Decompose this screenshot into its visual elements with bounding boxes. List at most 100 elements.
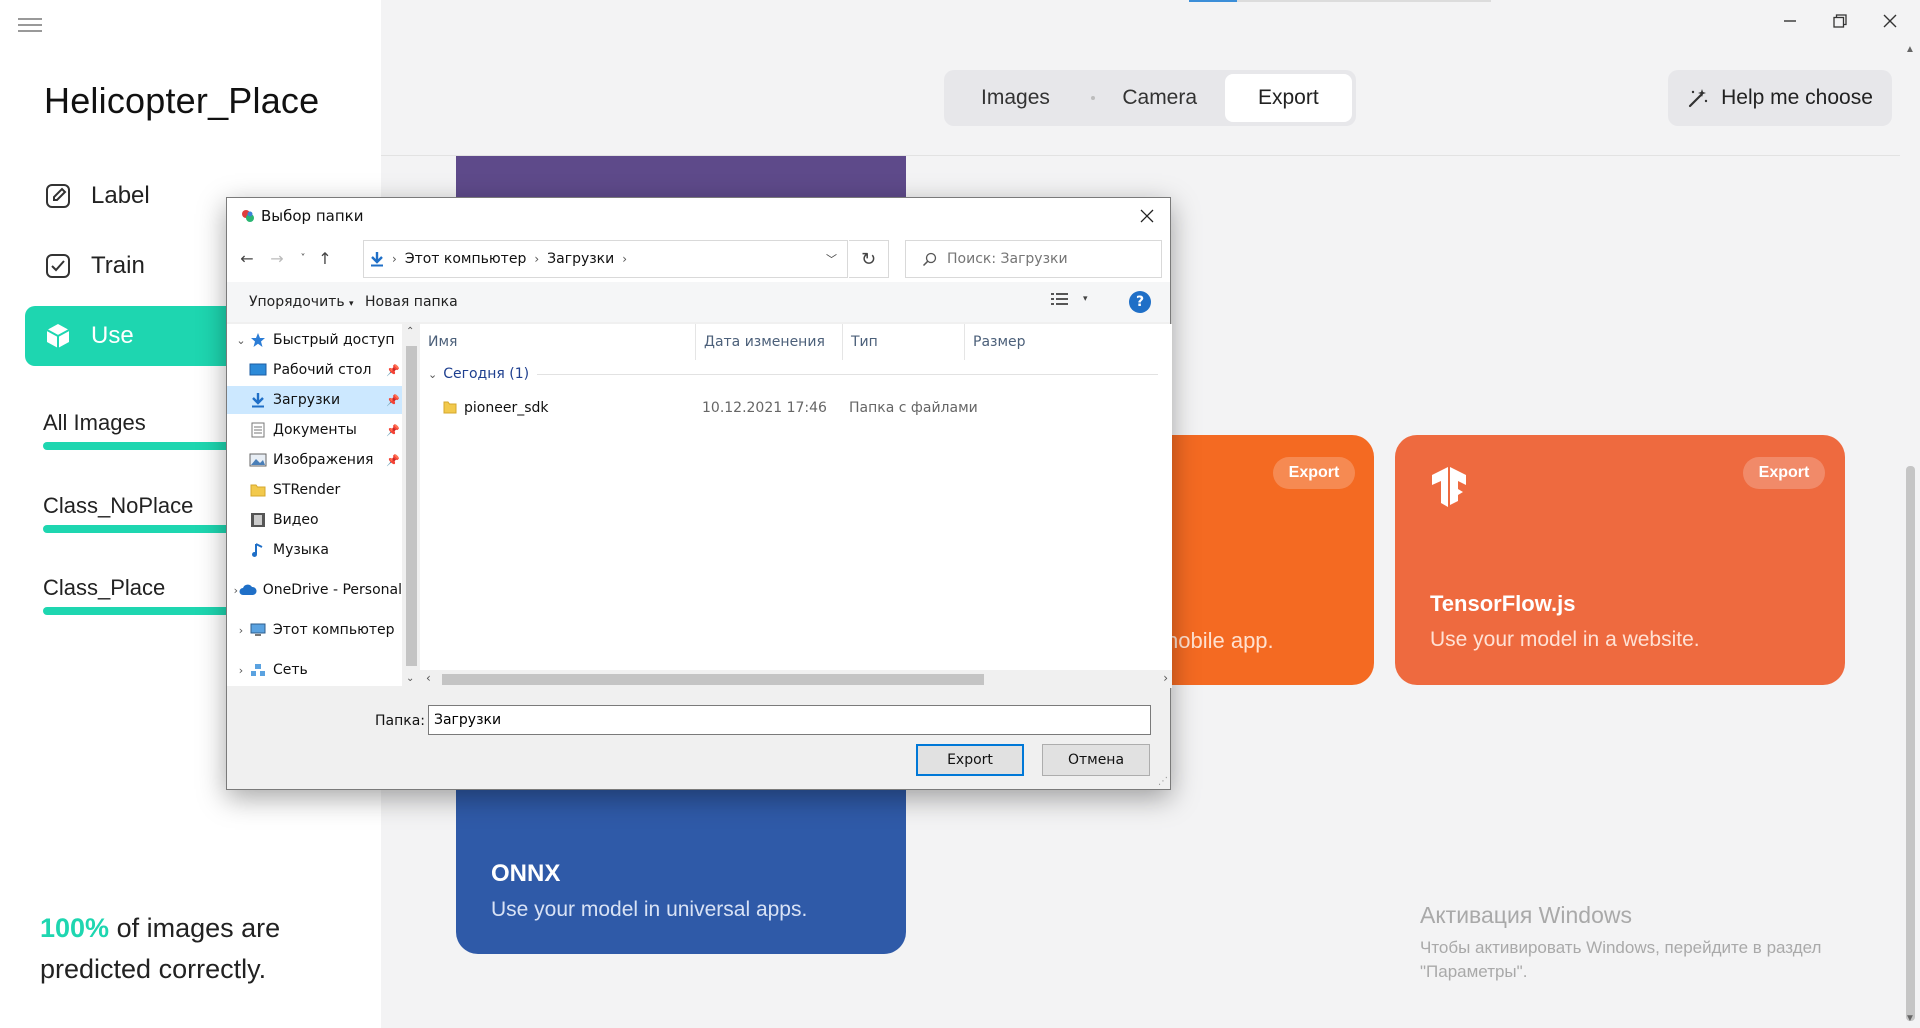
tab-camera[interactable]: Camera — [1103, 74, 1217, 122]
file-row[interactable]: pioneer_sdk 10.12.2021 17:46 Папка с фай… — [420, 394, 1172, 422]
expand-icon[interactable]: › — [233, 624, 249, 637]
column-header-name[interactable]: Имя — [420, 324, 696, 360]
tree-item-quick-access[interactable]: ⌄ Быстрый доступ — [227, 326, 402, 354]
star-icon — [249, 332, 267, 348]
tree-label: Загрузки — [273, 392, 341, 408]
card-description: nobile app. — [1166, 628, 1274, 653]
accuracy-summary: 100% of images are predicted correctly. — [40, 908, 340, 990]
dialog-close-button[interactable] — [1132, 202, 1162, 230]
scroll-left-icon[interactable]: ‹ — [426, 671, 431, 685]
scroll-right-icon[interactable]: › — [1163, 671, 1168, 685]
file-list-hscrollbar[interactable]: ‹ › — [420, 670, 1172, 688]
chevron-down-icon: ˅ — [300, 252, 306, 264]
page-scrollbar[interactable]: ▲ ▼ — [1901, 40, 1920, 1028]
tree-item-documents[interactable]: Документы 📌 — [227, 416, 402, 444]
breadcrumb-this-pc[interactable]: Этот компьютер — [405, 251, 527, 267]
activation-watermark-subtitle: Чтобы активировать Windows, перейдите в … — [1420, 938, 1822, 981]
restore-icon — [1833, 14, 1847, 28]
export-chip[interactable]: Export — [1743, 457, 1825, 489]
forward-button[interactable]: → — [265, 246, 289, 270]
help-icon[interactable]: ? — [1129, 291, 1151, 313]
search-icon — [922, 252, 937, 267]
tree-label: OneDrive - Personal — [262, 582, 402, 598]
scrollbar-thumb[interactable] — [1906, 466, 1915, 1021]
music-icon — [249, 542, 267, 558]
tree-item-this-pc[interactable]: › Этот компьютер — [227, 616, 402, 644]
card-title: ONNX — [491, 860, 561, 887]
pin-icon: 📌 — [386, 423, 400, 437]
tree-label: Рабочий стол — [273, 362, 372, 378]
tree-label: Быстрый доступ — [273, 332, 395, 348]
group-header-today[interactable]: ⌄ Сегодня (1) — [428, 366, 1158, 382]
app-icon — [241, 209, 255, 223]
close-icon — [1140, 209, 1154, 223]
tree-item-video[interactable]: Видео — [227, 506, 402, 534]
mode-tabs: Images Camera Export — [944, 70, 1356, 126]
breadcrumb-separator-icon: › — [392, 252, 397, 266]
group-label: Сегодня (1) — [443, 366, 530, 382]
pictures-icon — [249, 452, 267, 468]
scroll-down-icon[interactable]: ⌄ — [406, 673, 414, 684]
scroll-down-icon[interactable]: ▼ — [1905, 1013, 1915, 1024]
navigation-scrollbar[interactable]: ⌃ ⌄ — [402, 324, 420, 686]
export-card-tensorflowjs[interactable]: Export TensorFlow.js Use your model in a… — [1395, 435, 1845, 685]
folder-icon — [443, 400, 457, 414]
restore-button[interactable] — [1820, 6, 1860, 36]
scroll-up-icon[interactable]: ⌃ — [406, 326, 414, 337]
tree-item-pictures[interactable]: Изображения 📌 — [227, 446, 402, 474]
folder-input[interactable] — [428, 705, 1151, 735]
collapse-icon[interactable]: ⌄ — [233, 334, 249, 347]
new-folder-button[interactable]: Новая папка — [365, 294, 458, 310]
tree-label: STRender — [273, 482, 341, 498]
project-title: Helicopter_Place — [44, 80, 320, 121]
up-button[interactable]: ↑ — [313, 246, 337, 270]
export-confirm-button[interactable]: Export — [916, 744, 1024, 776]
breadcrumb-downloads[interactable]: Загрузки — [547, 251, 614, 267]
menu-icon[interactable] — [18, 14, 42, 34]
edit-icon — [43, 181, 73, 211]
tree-item-music[interactable]: Музыка — [227, 536, 402, 564]
tree-item-onedrive[interactable]: › OneDrive - Personal — [227, 576, 402, 604]
breadcrumb-separator-icon: › — [534, 252, 540, 266]
nav-use-text: Use — [91, 322, 134, 349]
card-title: TensorFlow.js — [1430, 591, 1576, 616]
minimize-icon — [1784, 20, 1796, 22]
column-header-size[interactable]: Размер — [965, 324, 1065, 360]
help-me-choose-button[interactable]: Help me choose — [1668, 70, 1892, 126]
scrollbar-thumb[interactable] — [442, 674, 984, 685]
activation-watermark-title: Активация Windows — [1420, 902, 1632, 928]
resize-grip-icon[interactable]: ⋰ — [1158, 776, 1168, 787]
folder-picker-dialog: Выбор папки ← → ˅ ↑ › Этот компьютер › З… — [226, 197, 1172, 790]
scrollbar-thumb[interactable] — [406, 346, 417, 666]
help-me-choose-label: Help me choose — [1721, 86, 1873, 109]
tab-separator — [1090, 96, 1095, 100]
tab-export[interactable]: Export — [1224, 74, 1352, 122]
tensorflow-logo-icon — [1430, 467, 1468, 512]
tree-item-strender[interactable]: STRender — [227, 476, 402, 504]
downloads-icon — [249, 392, 267, 408]
breadcrumb-separator-icon: › — [622, 252, 628, 266]
cancel-button[interactable]: Отмена — [1042, 744, 1150, 776]
tree-item-downloads[interactable]: Загрузки 📌 — [227, 386, 402, 414]
export-chip[interactable]: Export — [1273, 457, 1355, 489]
expand-icon[interactable]: › — [233, 664, 249, 677]
minimize-button[interactable] — [1770, 6, 1810, 36]
recent-locations-button[interactable]: ˅ — [291, 246, 315, 270]
back-button[interactable]: ← — [235, 246, 259, 270]
search-input[interactable] — [947, 251, 1147, 267]
refresh-button[interactable]: ↻ — [849, 240, 889, 278]
search-box[interactable] — [905, 240, 1162, 278]
dialog-navigation-bar: ← → ˅ ↑ › Этот компьютер › Загрузки › ﹀ … — [227, 234, 1170, 282]
address-bar[interactable]: › Этот компьютер › Загрузки › ﹀ — [363, 240, 848, 278]
tree-item-network[interactable]: › Сеть — [227, 656, 402, 684]
address-history-dropdown-icon[interactable]: ﹀ — [826, 251, 837, 267]
view-options-button[interactable]: ▾ — [1051, 292, 1088, 306]
tab-images[interactable]: Images — [948, 74, 1083, 122]
column-header-date[interactable]: Дата изменения — [696, 324, 843, 360]
close-window-button[interactable] — [1870, 6, 1910, 36]
organize-button[interactable]: Упорядочить ▾ — [249, 294, 354, 310]
tree-item-desktop[interactable]: Рабочий стол 📌 — [227, 356, 402, 384]
pin-icon: 📌 — [386, 393, 400, 407]
scroll-up-icon[interactable]: ▲ — [1905, 44, 1915, 55]
column-header-type[interactable]: Тип — [843, 324, 965, 360]
